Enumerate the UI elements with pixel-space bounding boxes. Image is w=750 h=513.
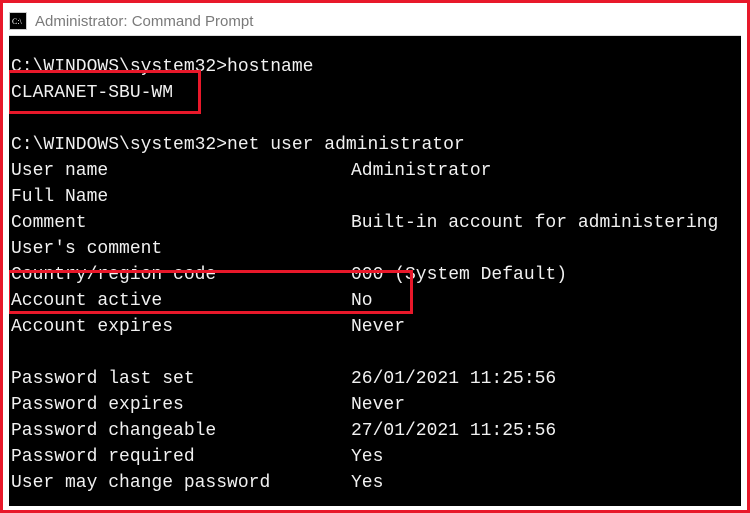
label-user-name: User name xyxy=(11,158,351,184)
label-account-expires: Account expires xyxy=(11,314,351,340)
label-pw-last-set: Password last set xyxy=(11,366,351,392)
label-users-comment: User's comment xyxy=(11,236,351,262)
prompt-path: C:\WINDOWS\system32> xyxy=(11,135,227,155)
value-pw-last-set: 26/01/2021 11:25:56 xyxy=(351,366,741,392)
prompt-line-1: C:\WINDOWS\system32>hostname xyxy=(9,54,741,80)
cmd-prompt-icon: C:\ xyxy=(9,12,27,30)
hostname-output: CLARANET-SBU-WM xyxy=(9,80,741,106)
row-comment: Comment Built-in account for administeri… xyxy=(9,210,741,236)
row-account-active: Account active No xyxy=(9,288,741,314)
label-account-active: Account active xyxy=(11,288,351,314)
window-title: Administrator: Command Prompt xyxy=(35,13,253,30)
value-country: 000 (System Default) xyxy=(351,262,741,288)
value-full-name xyxy=(351,184,741,210)
blank-line xyxy=(9,496,741,506)
row-country: Country/region code 000 (System Default) xyxy=(9,262,741,288)
command-netuser: net user administrator xyxy=(227,135,465,155)
window-frame: C:\ Administrator: Command Prompt C:\WIN… xyxy=(0,0,750,513)
row-pw-changeable: Password changeable 27/01/2021 11:25:56 xyxy=(9,418,741,444)
row-pw-required: Password required Yes xyxy=(9,444,741,470)
row-user-may-change: User may change password Yes xyxy=(9,470,741,496)
label-full-name: Full Name xyxy=(11,184,351,210)
terminal-area[interactable]: C:\WINDOWS\system32>hostname CLARANET-SB… xyxy=(9,35,741,506)
row-users-comment: User's comment xyxy=(9,236,741,262)
row-user-name: User name Administrator xyxy=(9,158,741,184)
row-pw-last-set: Password last set 26/01/2021 11:25:56 xyxy=(9,366,741,392)
prompt-path: C:\WINDOWS\system32> xyxy=(11,57,227,77)
value-pw-required: Yes xyxy=(351,444,741,470)
value-account-expires: Never xyxy=(351,314,741,340)
row-pw-expires: Password expires Never xyxy=(9,392,741,418)
svg-text:C:\: C:\ xyxy=(12,17,23,26)
value-user-name: Administrator xyxy=(351,158,741,184)
blank-line xyxy=(9,340,741,366)
value-pw-changeable: 27/01/2021 11:25:56 xyxy=(351,418,741,444)
label-pw-changeable: Password changeable xyxy=(11,418,351,444)
value-pw-expires: Never xyxy=(351,392,741,418)
value-account-active: No xyxy=(351,288,741,314)
prompt-line-2: C:\WINDOWS\system32>net user administrat… xyxy=(9,132,741,158)
label-country: Country/region code xyxy=(11,262,351,288)
label-pw-required: Password required xyxy=(11,444,351,470)
value-users-comment xyxy=(351,236,741,262)
titlebar[interactable]: C:\ Administrator: Command Prompt xyxy=(9,7,741,35)
value-user-may-change: Yes xyxy=(351,470,741,496)
blank-line xyxy=(9,106,741,132)
row-full-name: Full Name xyxy=(9,184,741,210)
label-user-may-change: User may change password xyxy=(11,470,351,496)
label-pw-expires: Password expires xyxy=(11,392,351,418)
command-hostname: hostname xyxy=(227,57,313,77)
label-comment: Comment xyxy=(11,210,351,236)
row-account-expires: Account expires Never xyxy=(9,314,741,340)
value-comment: Built-in account for administering xyxy=(351,210,741,236)
